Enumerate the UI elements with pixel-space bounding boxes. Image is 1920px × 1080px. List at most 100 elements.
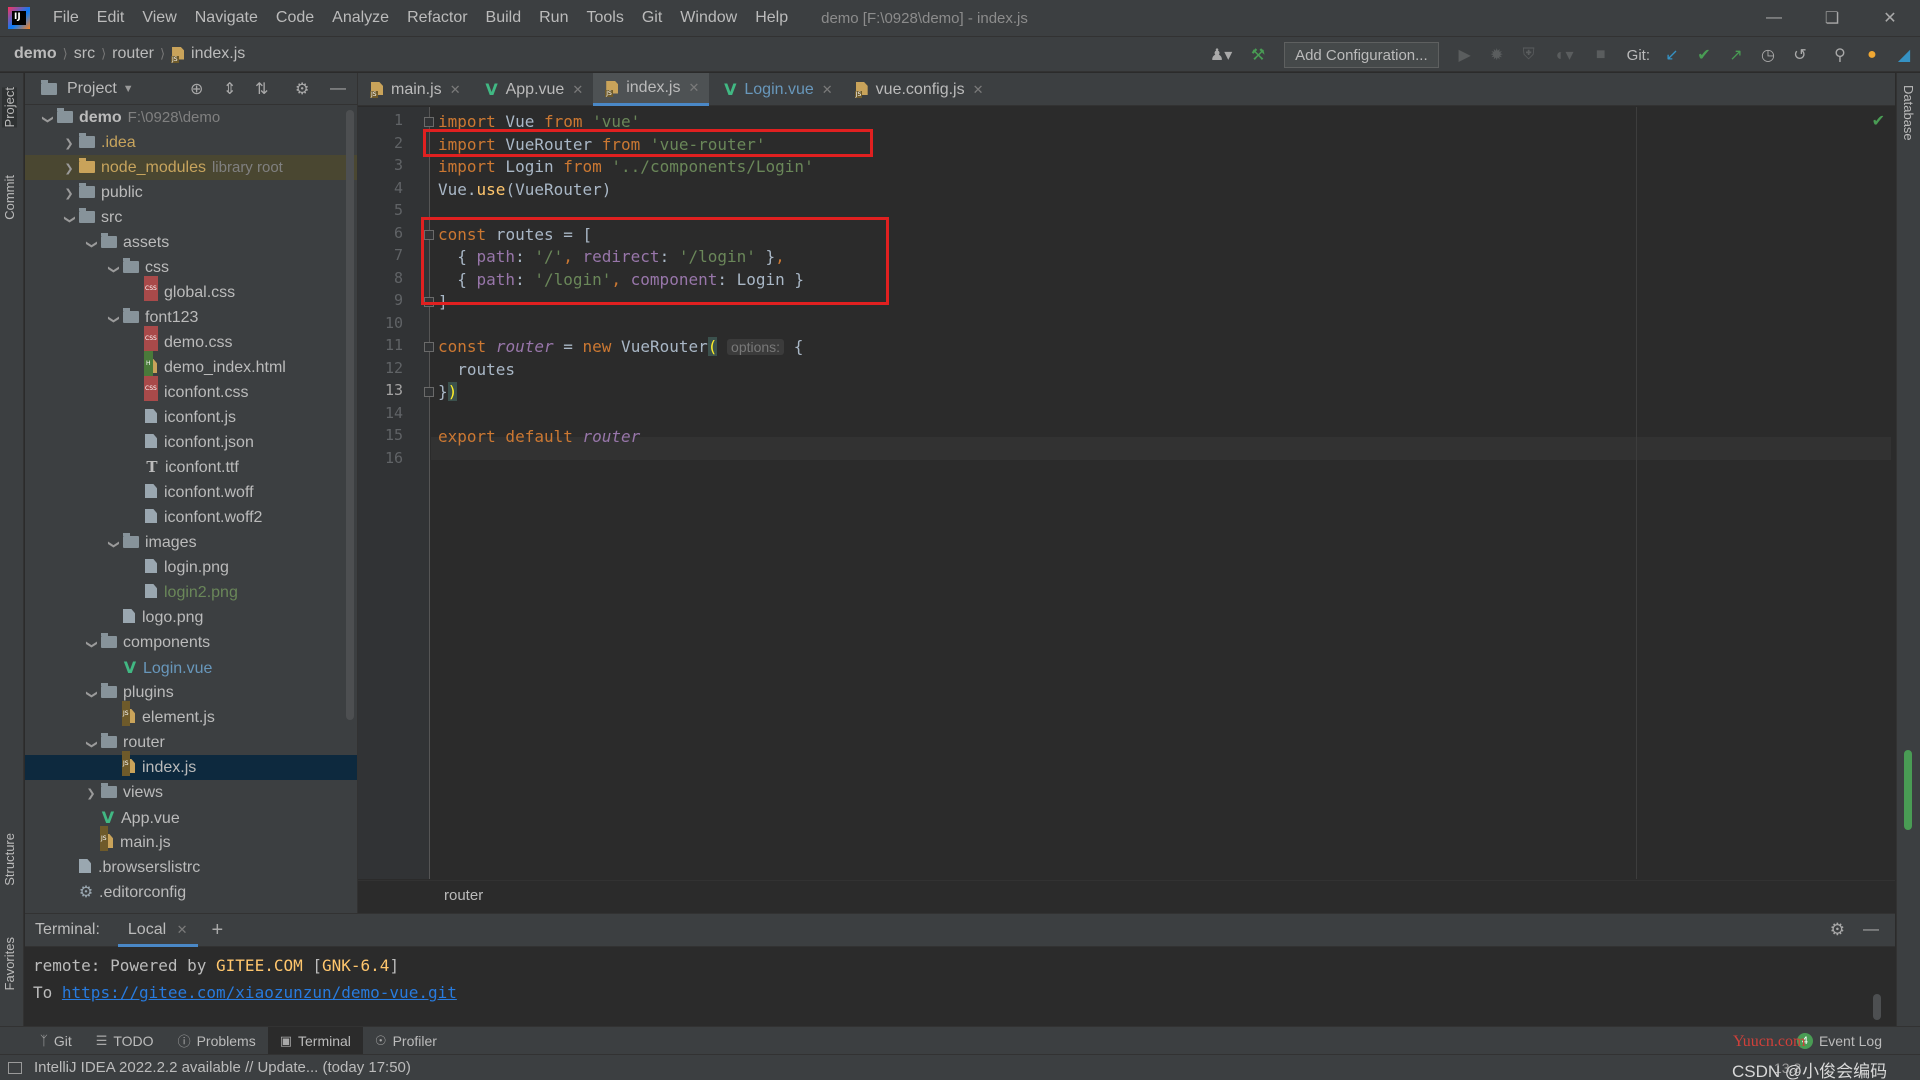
tree-item[interactable]: index.js — [25, 751, 357, 780]
menu-build[interactable]: Build — [477, 9, 531, 27]
tree-item[interactable]: iconfont.js — [25, 405, 357, 430]
tool-profiler[interactable]: ☉ Profiler — [363, 1027, 449, 1055]
terminal-tab-local[interactable]: Local ✕ — [117, 913, 198, 947]
chevron-down-icon[interactable]: ▼ — [123, 83, 134, 95]
tree-item[interactable]: ⚙ .editorconfig — [25, 880, 357, 905]
git-commit-icon[interactable]: ✔ — [1692, 43, 1716, 67]
close-window-icon[interactable]: ✕ — [1862, 0, 1918, 36]
run-icon[interactable]: ▶ — [1453, 43, 1477, 67]
menu-refactor[interactable]: Refactor — [398, 9, 476, 27]
menu-edit[interactable]: Edit — [88, 9, 134, 27]
commit-tool-tab[interactable]: Commit — [2, 175, 17, 220]
rollback-icon[interactable]: ↺ — [1788, 43, 1812, 67]
tree-item[interactable]: login2.png — [25, 580, 357, 605]
tab-app-vue[interactable]: V App.vue ✕ — [471, 73, 594, 106]
tool-terminal[interactable]: ▣ Terminal — [267, 1026, 363, 1055]
menu-help[interactable]: Help — [746, 9, 797, 27]
close-tab-icon[interactable]: ✕ — [822, 82, 833, 98]
tree-item[interactable]: element.js — [25, 701, 357, 730]
intellij-logo-icon[interactable]: IJ — [8, 7, 30, 29]
menu-analyze[interactable]: Analyze — [323, 9, 398, 27]
chevron-right-icon[interactable]: ❯ — [61, 182, 77, 207]
tree-item[interactable]: ❯ views — [25, 780, 357, 805]
status-message[interactable]: IntelliJ IDEA 2022.2.2 available // Upda… — [34, 1059, 411, 1076]
code-editor[interactable]: 1 2 3 4 5 6 7 8 9 10 11 12 13 14 15 16 import Vue from … — [358, 107, 1895, 879]
tree-item[interactable]: ❯ .idea — [25, 130, 357, 155]
build-hammer-icon[interactable]: ⚒ — [1246, 43, 1270, 67]
tree-item[interactable]: iconfont.woff2 — [25, 505, 357, 530]
git-push-icon[interactable]: ↗ — [1724, 43, 1748, 67]
tree-item[interactable]: ❯ plugins — [25, 680, 357, 705]
close-tab-icon[interactable]: ✕ — [450, 82, 461, 98]
close-tab-icon[interactable]: ✕ — [177, 922, 188, 937]
menu-window[interactable]: Window — [671, 9, 746, 27]
project-tool-tab[interactable]: Project — [2, 87, 17, 128]
project-view-selector[interactable]: Project — [67, 80, 117, 98]
collapse-all-icon[interactable]: ⇅ — [255, 79, 268, 99]
fold-marker-icon[interactable] — [424, 387, 434, 397]
tree-item[interactable]: ❯ node_modules library root — [25, 155, 357, 180]
tree-item[interactable]: main.js — [25, 826, 357, 855]
expand-all-icon[interactable]: ⇕ — [223, 79, 236, 99]
tree-item[interactable]: .browserslistrc — [25, 855, 357, 880]
structure-tool-tab[interactable]: Structure — [2, 833, 17, 886]
chevron-right-icon[interactable]: ❯ — [61, 132, 77, 157]
terminal-gear-icon[interactable]: ⚙ — [1830, 920, 1845, 940]
coverage-icon[interactable]: ⛨ — [1517, 43, 1541, 67]
crumb-src[interactable]: src — [74, 45, 95, 63]
menu-navigate[interactable]: Navigate — [186, 9, 267, 27]
chevron-down-icon[interactable]: ❯ — [101, 537, 126, 553]
gear-icon[interactable]: ⚙ — [295, 79, 309, 99]
tree-item[interactable]: iconfont.woff — [25, 480, 357, 505]
code-with-me-icon[interactable]: ◢ — [1892, 43, 1916, 67]
tree-item[interactable]: iconfont.json — [25, 430, 357, 455]
chevron-down-icon[interactable]: ❯ — [79, 237, 104, 253]
close-tab-icon[interactable]: ✕ — [688, 80, 699, 96]
stop-icon[interactable]: ■ — [1589, 43, 1613, 67]
editor-scrollbar[interactable] — [1904, 750, 1912, 830]
user-dropdown-icon[interactable]: ♟▾ — [1204, 43, 1238, 67]
tree-item[interactable]: ❯ components — [25, 630, 357, 655]
close-tab-icon[interactable]: ✕ — [973, 82, 984, 98]
tree-item[interactable]: demo_index.html — [25, 351, 357, 380]
tool-problems[interactable]: ⓘ Problems — [166, 1027, 268, 1055]
new-terminal-plus-icon[interactable]: + — [212, 919, 224, 942]
tree-item[interactable]: login.png — [25, 555, 357, 580]
tree-item[interactable]: ❯ router — [25, 730, 357, 755]
profile-dropdown-icon[interactable]: ◐▾ — [1549, 43, 1581, 67]
chevron-down-icon[interactable]: ❯ — [79, 637, 104, 653]
history-icon[interactable]: ◷ — [1756, 43, 1780, 67]
project-scrollbar[interactable] — [346, 110, 354, 720]
tree-item[interactable]: global.css — [25, 276, 357, 305]
tree-item[interactable]: logo.png — [25, 605, 357, 630]
terminal-scrollbar[interactable] — [1873, 994, 1881, 1020]
search-icon[interactable]: ⚲ — [1828, 43, 1852, 67]
code-breadcrumb-router[interactable]: router — [444, 887, 483, 904]
git-update-icon[interactable]: ↙ — [1660, 43, 1684, 67]
tree-item[interactable]: ❯ demo F:\0928\demo — [25, 105, 357, 130]
chevron-right-icon[interactable]: ❯ — [83, 782, 99, 807]
database-tool-tab[interactable]: Database — [1901, 85, 1916, 141]
menu-code[interactable]: Code — [267, 9, 323, 27]
tree-item[interactable]: Ticonfont.ttf — [25, 455, 357, 480]
chevron-down-icon[interactable]: ❯ — [79, 687, 104, 703]
minimize-icon[interactable]: — — [1746, 0, 1802, 36]
tree-item[interactable]: ❯ src — [25, 205, 357, 230]
tree-item[interactable]: ❯ assets — [25, 230, 357, 255]
fold-marker-icon[interactable] — [424, 342, 434, 352]
tree-item[interactable]: V App.vue — [25, 805, 357, 830]
menu-git[interactable]: Git — [633, 9, 671, 27]
favorites-tool-tab[interactable]: Favorites — [2, 937, 17, 990]
update-available-icon[interactable]: ● — [1860, 43, 1884, 67]
tool-git[interactable]: ᛉ Git — [28, 1027, 84, 1055]
menu-file[interactable]: File — [44, 9, 88, 27]
tool-todo[interactable]: ☰ TODO — [84, 1027, 166, 1055]
gitee-repo-link[interactable]: https://gitee.com/xiaozunzun/demo-vue.gi… — [62, 983, 457, 1002]
tab-login-vue[interactable]: V Login.vue ✕ — [709, 73, 842, 106]
tree-item[interactable]: ❯ public — [25, 180, 357, 205]
restore-icon[interactable]: ❏ — [1804, 0, 1860, 36]
tree-item[interactable]: demo.css — [25, 326, 357, 355]
chevron-right-icon[interactable]: ❯ — [61, 157, 77, 182]
crumb-demo[interactable]: demo — [14, 45, 57, 63]
menu-tools[interactable]: Tools — [577, 9, 632, 27]
